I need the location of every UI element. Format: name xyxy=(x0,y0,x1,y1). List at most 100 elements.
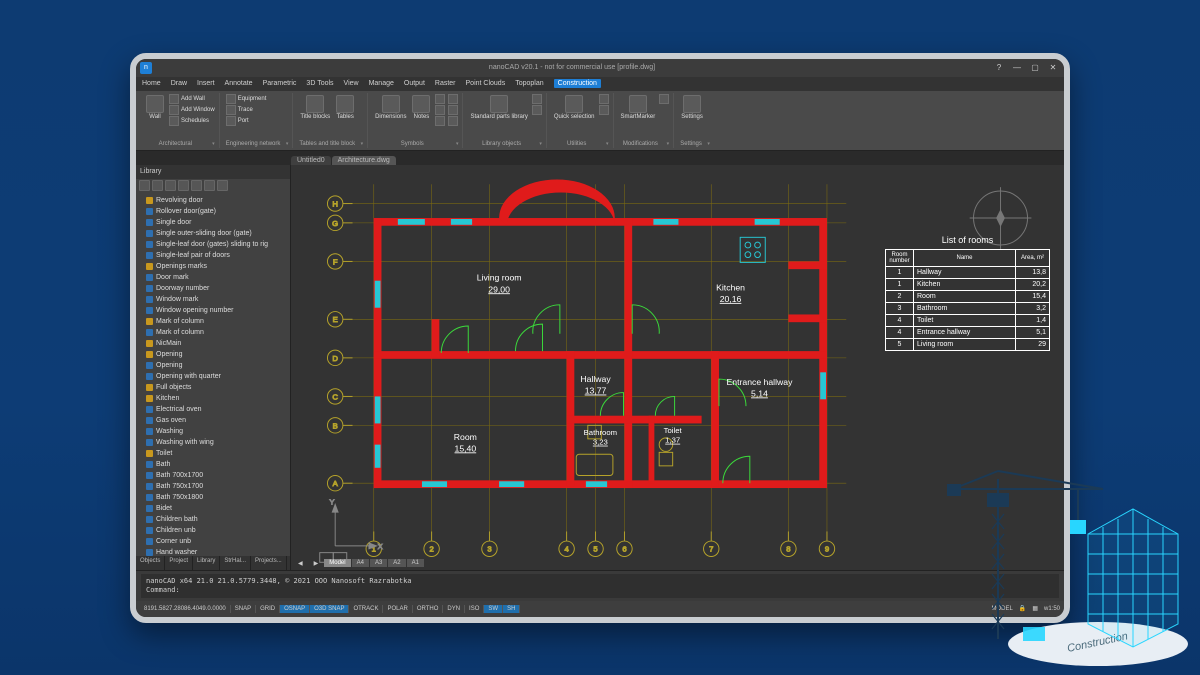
tree-item[interactable]: Hand washer xyxy=(146,547,290,556)
tab-3dtools[interactable]: 3D Tools xyxy=(306,80,333,87)
tree-item[interactable]: Mark of column xyxy=(146,327,290,338)
toolbar-icon[interactable] xyxy=(204,180,215,191)
tree-item[interactable]: Bath xyxy=(146,459,290,470)
tree-item[interactable]: Rollover door(gate) xyxy=(146,206,290,217)
status-toggle[interactable]: SH xyxy=(503,605,520,613)
maximize-button[interactable]: ▢ xyxy=(1028,62,1042,74)
scale-readout[interactable]: w1:50 xyxy=(1044,606,1060,612)
layers-icon[interactable]: ▦ xyxy=(1032,605,1038,612)
tables-button[interactable]: Tables xyxy=(334,94,356,132)
tree-item[interactable]: Single door xyxy=(146,217,290,228)
tree-item[interactable]: Washing with wing xyxy=(146,437,290,448)
status-toggle[interactable]: DYN xyxy=(443,605,465,613)
tab-pointclouds[interactable]: Point Clouds xyxy=(466,80,506,87)
layout-tab[interactable]: Model xyxy=(324,559,350,567)
tab-annotate[interactable]: Annotate xyxy=(225,80,253,87)
panel-tab[interactable]: Projects... xyxy=(251,556,287,570)
tree-item[interactable]: Corner unb xyxy=(146,536,290,547)
toolbar-icon[interactable] xyxy=(178,180,189,191)
status-toggle[interactable]: GRID xyxy=(256,605,280,613)
tree-item[interactable]: Opening with quarter xyxy=(146,371,290,382)
tree-item[interactable]: Kitchen xyxy=(146,393,290,404)
minimize-button[interactable]: — xyxy=(1010,62,1024,74)
panel-tab[interactable]: Objects xyxy=(136,556,165,570)
trace-button[interactable]: Trace xyxy=(226,105,267,115)
doc-tab[interactable]: Untitled0 xyxy=(291,156,331,165)
tab-topoplan[interactable]: Topoplan xyxy=(515,80,543,87)
smartmarker-button[interactable]: SmartMarker xyxy=(620,94,657,132)
close-button[interactable]: ✕ xyxy=(1046,62,1060,74)
tab-manage[interactable]: Manage xyxy=(369,80,394,87)
status-toggle[interactable]: ISO xyxy=(465,605,484,613)
tree-item[interactable]: Electrical oven xyxy=(146,404,290,415)
status-toggle[interactable]: OSNAP xyxy=(280,605,310,613)
tree-item[interactable]: NicMain xyxy=(146,338,290,349)
tree-item[interactable]: Opening xyxy=(146,349,290,360)
library-tree[interactable]: Revolving doorRollover door(gate)Single … xyxy=(136,193,290,556)
status-toggle[interactable]: OTRACK xyxy=(349,605,383,613)
tree-item[interactable]: Bath 750x1800 xyxy=(146,492,290,503)
equipment-button[interactable]: Equipment xyxy=(226,94,267,104)
tree-item[interactable]: Single-leaf pair of doors xyxy=(146,250,290,261)
help-button[interactable]: ? xyxy=(992,62,1006,74)
status-toggle[interactable]: ORTHO xyxy=(413,605,444,613)
toolbar-icon[interactable] xyxy=(191,180,202,191)
modelspace-label[interactable]: MODEL xyxy=(991,606,1012,612)
tree-item[interactable]: Window opening number xyxy=(146,305,290,316)
tab-home[interactable]: Home xyxy=(142,80,161,87)
panel-tab[interactable]: StrHal... xyxy=(220,556,251,570)
port-button[interactable]: Port xyxy=(226,116,267,126)
tab-parametric[interactable]: Parametric xyxy=(263,80,297,87)
doc-tab[interactable]: Architecture.dwg xyxy=(332,156,396,165)
tree-item[interactable]: Openings marks xyxy=(146,261,290,272)
tree-item[interactable]: Opening xyxy=(146,360,290,371)
quick-selection-button[interactable]: Quick selection xyxy=(553,94,596,132)
tree-item[interactable]: Bath 700x1700 xyxy=(146,470,290,481)
tree-item[interactable]: Children bath xyxy=(146,514,290,525)
lock-icon[interactable]: 🔒 xyxy=(1019,605,1026,612)
tree-item[interactable]: Bath 750x1700 xyxy=(146,481,290,492)
tab-draw[interactable]: Draw xyxy=(171,80,187,87)
tab-raster[interactable]: Raster xyxy=(435,80,456,87)
tab-output[interactable]: Output xyxy=(404,80,425,87)
wall-button[interactable]: Wall xyxy=(144,94,166,132)
tree-item[interactable]: Children unb xyxy=(146,525,290,536)
layout-tab[interactable]: A4 xyxy=(352,559,369,567)
settings-button[interactable]: Settings xyxy=(680,94,704,132)
parts-library-button[interactable]: Standard parts library xyxy=(469,94,528,132)
status-toggle[interactable]: SW xyxy=(484,605,503,613)
tree-item[interactable]: Window mark xyxy=(146,294,290,305)
toolbar-icon[interactable] xyxy=(217,180,228,191)
tree-item[interactable]: Bidet xyxy=(146,503,290,514)
command-line[interactable]: nanoCAD x64 21.0 21.0.5779.3448, © 2021 … xyxy=(141,574,1059,598)
tab-construction[interactable]: Construction xyxy=(554,79,601,88)
status-toggle[interactable]: O3D SNAP xyxy=(310,605,349,613)
add-wall-button[interactable]: Add Wall xyxy=(169,94,215,104)
panel-tab[interactable]: Library xyxy=(193,556,220,570)
notes-button[interactable]: Notes xyxy=(410,94,432,132)
drawing-canvas[interactable]: 123456789 ABCDEFGH xyxy=(291,165,1064,570)
toolbar-icon[interactable] xyxy=(152,180,163,191)
title-blocks-button[interactable]: Title blocks xyxy=(299,94,331,132)
status-toggle[interactable]: SNAP xyxy=(231,605,256,613)
layout-tab[interactable]: A1 xyxy=(407,559,424,567)
tree-item[interactable]: Revolving door xyxy=(146,195,290,206)
tab-insert[interactable]: Insert xyxy=(197,80,215,87)
tree-item[interactable]: Full objects xyxy=(146,382,290,393)
toolbar-icon[interactable] xyxy=(165,180,176,191)
tree-item[interactable]: Washing xyxy=(146,426,290,437)
tree-item[interactable]: Gas oven xyxy=(146,415,290,426)
schedules-button[interactable]: Schedules xyxy=(169,116,215,126)
toolbar-icon[interactable] xyxy=(139,180,150,191)
panel-tab[interactable]: Project xyxy=(165,556,193,570)
layout-tab[interactable]: A3 xyxy=(370,559,387,567)
tree-item[interactable]: Toilet xyxy=(146,448,290,459)
tree-item[interactable]: Single-leaf door (gates) sliding to rig xyxy=(146,239,290,250)
add-window-button[interactable]: Add Window xyxy=(169,105,215,115)
tree-item[interactable]: Door mark xyxy=(146,272,290,283)
status-toggle[interactable]: POLAR xyxy=(383,605,412,613)
layout-tab[interactable]: A2 xyxy=(388,559,405,567)
tree-item[interactable]: Mark of column xyxy=(146,316,290,327)
tree-item[interactable]: Doorway number xyxy=(146,283,290,294)
tree-item[interactable]: Single outer-sliding door (gate) xyxy=(146,228,290,239)
